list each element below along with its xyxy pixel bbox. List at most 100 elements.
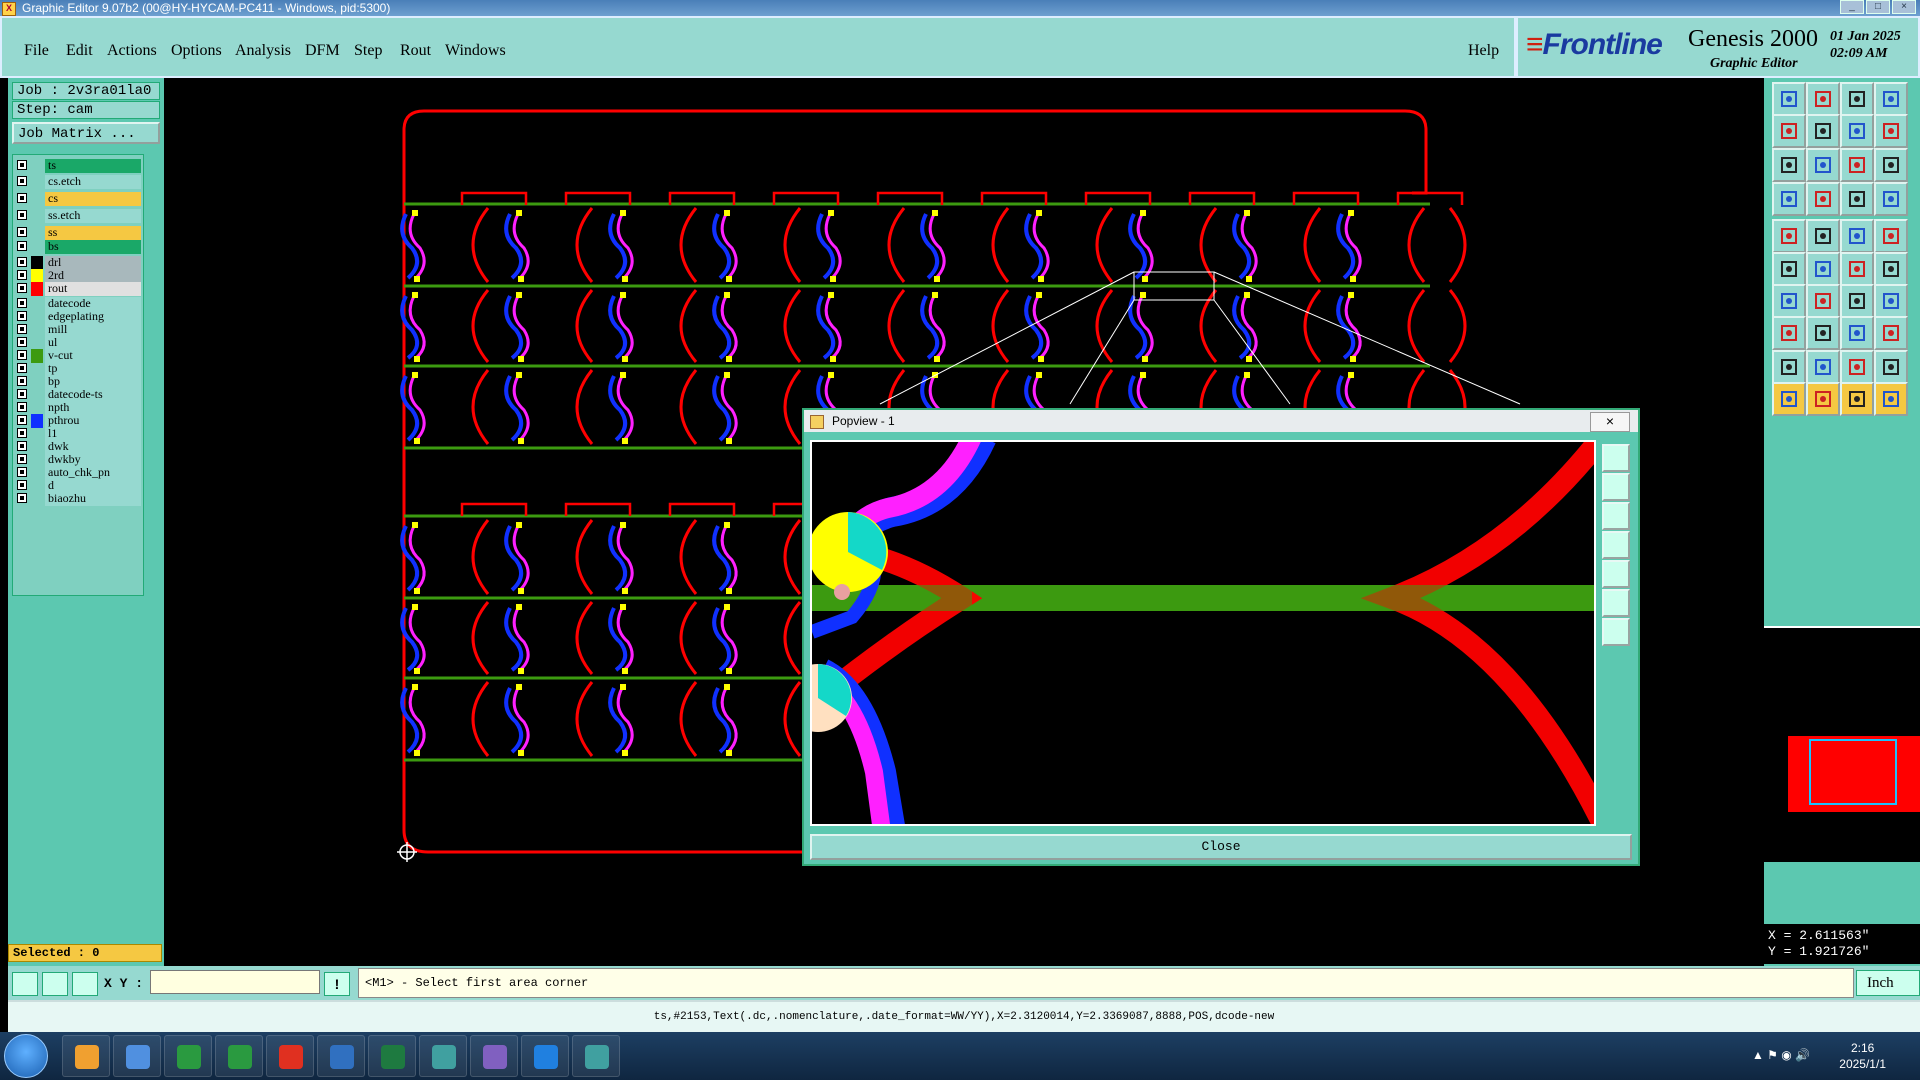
snap-icon[interactable] bbox=[12, 972, 38, 996]
layer-checkbox[interactable] bbox=[17, 176, 27, 186]
menu-dfm[interactable]: DFM bbox=[305, 42, 340, 60]
layer-checkbox[interactable] bbox=[17, 480, 27, 490]
slash-icon[interactable] bbox=[1806, 284, 1840, 318]
overview-map[interactable] bbox=[1764, 626, 1920, 862]
layer-up-icon[interactable] bbox=[1840, 182, 1874, 216]
start-button[interactable] bbox=[4, 1034, 48, 1078]
menu-rout[interactable]: Rout bbox=[400, 42, 431, 60]
group-icon[interactable] bbox=[1874, 316, 1908, 350]
layer-checkbox[interactable] bbox=[17, 270, 27, 280]
layer-checkbox[interactable] bbox=[17, 428, 27, 438]
eye-icon[interactable] bbox=[419, 1035, 467, 1077]
help-icon[interactable] bbox=[1874, 148, 1908, 182]
layer-checkbox[interactable] bbox=[17, 160, 27, 170]
alert-icon[interactable]: ! bbox=[324, 972, 350, 996]
layer-row[interactable]: bs bbox=[15, 240, 141, 254]
open-step-icon[interactable] bbox=[1772, 82, 1806, 116]
save-step-icon[interactable] bbox=[1806, 82, 1840, 116]
popview-zoom-out-icon[interactable] bbox=[1602, 618, 1630, 646]
zoom-icon[interactable] bbox=[1840, 114, 1874, 148]
move-sel-icon[interactable] bbox=[1874, 382, 1908, 416]
layer-row[interactable]: ts bbox=[15, 159, 141, 173]
explorer-shell-icon[interactable] bbox=[62, 1035, 110, 1077]
popview-zoom-view[interactable] bbox=[810, 440, 1596, 826]
job-matrix-button[interactable]: Job Matrix ... bbox=[12, 122, 160, 144]
cross-icon[interactable] bbox=[1806, 252, 1840, 286]
dash-icon[interactable] bbox=[1840, 219, 1874, 253]
layer-checkbox[interactable] bbox=[17, 389, 27, 399]
layer-checkbox[interactable] bbox=[17, 363, 27, 373]
excel-icon[interactable] bbox=[368, 1035, 416, 1077]
app-g-icon[interactable] bbox=[266, 1035, 314, 1077]
popview-pan-left-icon[interactable] bbox=[1602, 531, 1630, 559]
layer-checkbox[interactable] bbox=[17, 193, 27, 203]
cut-icon[interactable] bbox=[1840, 382, 1874, 416]
layer-checkbox[interactable] bbox=[17, 283, 27, 293]
layer-row[interactable]: rout bbox=[15, 282, 141, 296]
menu-windows[interactable]: Windows bbox=[445, 42, 506, 60]
save-disk-icon[interactable] bbox=[317, 1035, 365, 1077]
popview-zoom-fit-icon[interactable] bbox=[1602, 444, 1630, 472]
layer-row[interactable]: v-cut bbox=[15, 349, 141, 363]
layer-checkbox[interactable] bbox=[17, 454, 27, 464]
arc-icon[interactable] bbox=[1840, 284, 1874, 318]
popview-close-icon[interactable]: × bbox=[1590, 412, 1630, 432]
popview-pan-up-icon[interactable] bbox=[1602, 473, 1630, 501]
layer-down-icon[interactable] bbox=[1874, 182, 1908, 216]
layer-row[interactable]: ss bbox=[15, 226, 141, 240]
layer-row[interactable]: drl bbox=[15, 256, 141, 270]
pad-icon[interactable] bbox=[1874, 219, 1908, 253]
snap-point-icon[interactable] bbox=[1772, 252, 1806, 286]
layer-checkbox[interactable] bbox=[17, 324, 27, 334]
layer-row[interactable]: mill bbox=[15, 323, 141, 337]
move-right-icon[interactable] bbox=[1806, 114, 1840, 148]
menu-actions[interactable]: Actions bbox=[107, 42, 157, 60]
layer-row[interactable]: edgeplating bbox=[15, 310, 141, 324]
layer-row[interactable]: auto_chk_pn bbox=[15, 466, 141, 480]
viewer-icon[interactable] bbox=[572, 1035, 620, 1077]
connect-icon[interactable] bbox=[1840, 252, 1874, 286]
menu-step[interactable]: Step bbox=[354, 42, 382, 60]
select-icon[interactable] bbox=[1806, 382, 1840, 416]
grid-icon[interactable] bbox=[1806, 182, 1840, 216]
layer-checkbox[interactable] bbox=[17, 210, 27, 220]
ratio-icon[interactable] bbox=[1840, 148, 1874, 182]
layer-row[interactable]: datecode-ts bbox=[15, 388, 141, 402]
genesis-icon[interactable] bbox=[470, 1035, 518, 1077]
measure-icon[interactable] bbox=[42, 972, 68, 996]
layer-checkbox[interactable] bbox=[17, 227, 27, 237]
layer-checkbox[interactable] bbox=[17, 493, 27, 503]
layer-checkbox[interactable] bbox=[17, 350, 27, 360]
layer-row[interactable]: l1 bbox=[15, 427, 141, 441]
menu-analysis[interactable]: Analysis bbox=[235, 42, 291, 60]
layer-row[interactable]: pthrou bbox=[15, 414, 141, 428]
line-icon[interactable] bbox=[1806, 219, 1840, 253]
layer-row[interactable]: cs bbox=[15, 192, 141, 206]
maximize-button[interactable]: □ bbox=[1866, 0, 1890, 14]
move-icon[interactable] bbox=[1840, 316, 1874, 350]
layer-checkbox[interactable] bbox=[17, 257, 27, 267]
layer-checkbox[interactable] bbox=[17, 467, 27, 477]
units-select[interactable]: Inch bbox=[1856, 970, 1920, 996]
tri-icon[interactable] bbox=[1772, 350, 1806, 384]
menu-options[interactable]: Options bbox=[171, 42, 222, 60]
fill-icon[interactable] bbox=[1772, 219, 1806, 253]
window-icon[interactable] bbox=[1874, 82, 1908, 116]
node-icon[interactable] bbox=[1874, 252, 1908, 286]
layer-checkbox[interactable] bbox=[17, 441, 27, 451]
system-tray[interactable]: ▲ ⚑ ◉ 🔊 bbox=[1752, 1048, 1810, 1062]
pointer-icon[interactable] bbox=[1772, 382, 1806, 416]
menu-edit[interactable]: Edit bbox=[66, 42, 93, 60]
feature-icon[interactable] bbox=[1874, 284, 1908, 318]
layer-checkbox[interactable] bbox=[17, 337, 27, 347]
layer-row[interactable]: tp bbox=[15, 362, 141, 376]
minus-icon[interactable] bbox=[1806, 316, 1840, 350]
popview-pan-right-icon[interactable] bbox=[1602, 560, 1630, 588]
app-p-icon[interactable] bbox=[164, 1035, 212, 1077]
layer-checkbox[interactable] bbox=[17, 241, 27, 251]
layer-checkbox[interactable] bbox=[17, 311, 27, 321]
menu-file[interactable]: File bbox=[24, 42, 49, 60]
fit-icon[interactable] bbox=[1772, 148, 1806, 182]
layer-checkbox[interactable] bbox=[17, 402, 27, 412]
notepad-icon[interactable] bbox=[113, 1035, 161, 1077]
